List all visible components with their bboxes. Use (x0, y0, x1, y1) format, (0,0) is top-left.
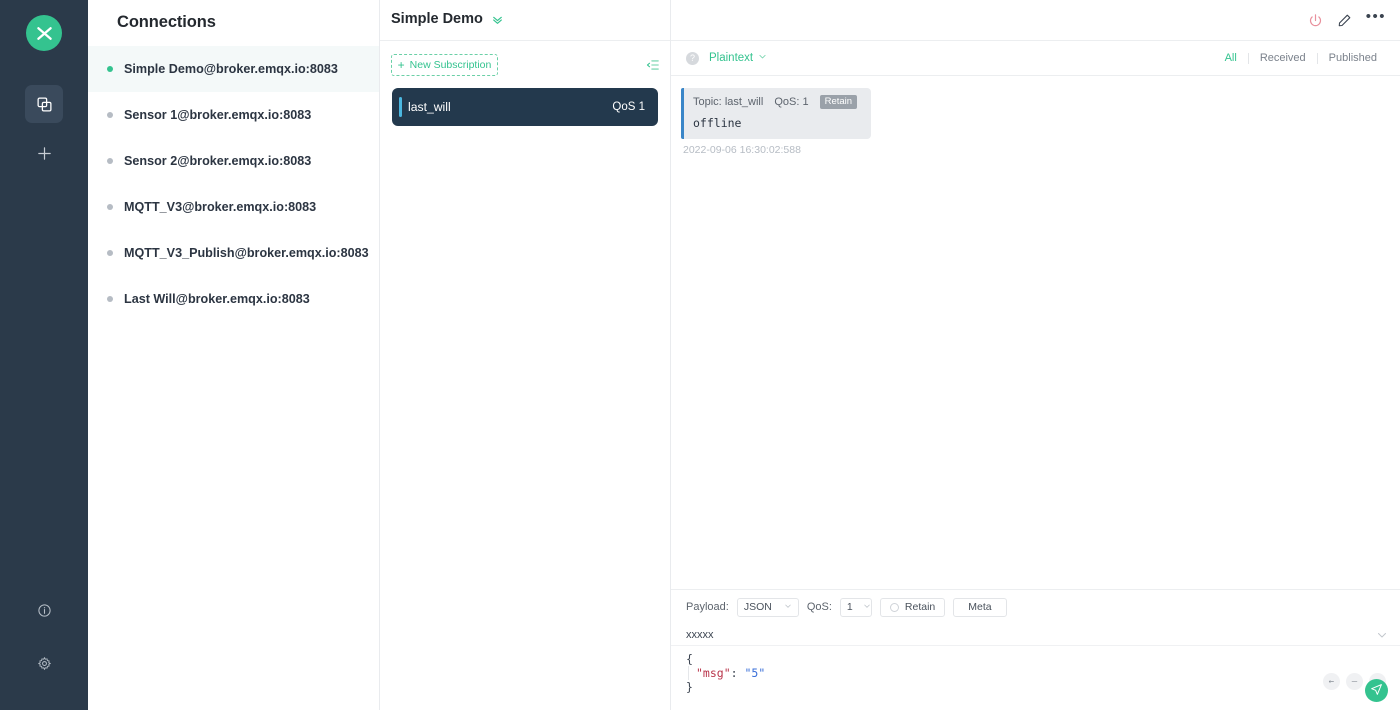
publish-panel: Payload: JSON QoS: 1 Retain Meta xxxxx {… (671, 589, 1400, 710)
send-icon (1370, 683, 1383, 699)
sidebar-item-about[interactable] (25, 591, 63, 629)
sidebar-item-settings[interactable] (25, 644, 63, 682)
new-subscription-button[interactable]: + New Subscription (391, 53, 498, 76)
message-filter-tabs: All Received Published (1214, 52, 1388, 64)
connection-name: Simple Demo@broker.emqx.io:8083 (124, 62, 338, 76)
connection-name: Sensor 1@broker.emqx.io:8083 (124, 108, 312, 122)
emqx-logo (26, 15, 62, 51)
connection-name: MQTT_V3_Publish@broker.emqx.io:8083 (124, 246, 369, 260)
editor-line: } (686, 680, 693, 694)
payload-format-dropdown[interactable]: JSON (736, 597, 799, 617)
payload-format-value: JSON (743, 601, 772, 613)
connection-list: Simple Demo@broker.emqx.io:8083 Sensor 1… (88, 46, 379, 322)
prev-icon[interactable]: ← (1323, 673, 1340, 690)
send-button[interactable] (1365, 679, 1388, 702)
status-dot (107, 158, 113, 164)
connection-list-item[interactable]: MQTT_V3_Publish@broker.emqx.io:8083 (88, 230, 379, 276)
retain-badge: Retain (819, 95, 858, 109)
chevron-down-icon (758, 52, 767, 64)
page-title: Connections (117, 13, 216, 31)
message-item: Topic: last_will QoS: 1 Retain offline 2… (681, 88, 1400, 156)
publish-toolbar: Payload: JSON QoS: 1 Retain Meta (671, 590, 1400, 624)
left-rail (0, 0, 88, 710)
editor-line: "msg": "5" (686, 666, 1400, 680)
header-actions: ••• (1308, 9, 1386, 28)
rail-bottom-group (0, 591, 88, 682)
plus-icon: + (397, 57, 405, 72)
tab-received[interactable]: Received (1249, 52, 1317, 64)
status-dot (107, 204, 113, 210)
subscriptions-toolbar: + New Subscription (380, 41, 670, 88)
main-header: ••• (671, 0, 1400, 41)
tab-published[interactable]: Published (1318, 52, 1388, 64)
disconnect-icon[interactable] (1308, 13, 1323, 28)
more-icon[interactable]: ••• (1366, 9, 1386, 28)
mqtt-client-window: Connections Simple Demo@broker.emqx.io:8… (0, 0, 1400, 710)
payload-format-value: Plaintext (709, 52, 754, 64)
connection-name: Sensor 2@broker.emqx.io:8083 (124, 154, 312, 168)
tab-all[interactable]: All (1214, 52, 1248, 64)
publish-topic-row: xxxxx (671, 624, 1400, 646)
sidebar-item-connections[interactable] (25, 85, 63, 123)
subscription-topic: last_will (408, 100, 451, 114)
message-qos: QoS: 1 (774, 96, 809, 108)
connection-name: Last Will@broker.emqx.io:8083 (124, 292, 310, 306)
publish-payload-editor[interactable]: { "msg": "5" } ← – → (671, 646, 1400, 710)
chevron-down-icon[interactable] (1376, 629, 1388, 641)
status-dot (107, 250, 113, 256)
message-bubble[interactable]: Topic: last_will QoS: 1 Retain offline (681, 88, 872, 139)
messages-panel: ••• ? Plaintext All Received Published T… (671, 0, 1400, 710)
status-dot (107, 66, 113, 72)
chevron-down-icon (863, 602, 871, 612)
connection-title: Simple Demo (380, 0, 670, 27)
meta-button[interactable]: Meta (953, 597, 1007, 617)
qos-label: QoS: (806, 601, 832, 613)
subscription-qos: QoS 1 (612, 101, 645, 113)
settings-icon (37, 656, 52, 671)
connections-panel: Connections Simple Demo@broker.emqx.io:8… (88, 0, 380, 710)
message-payload: offline (693, 116, 742, 130)
info-icon (37, 603, 52, 618)
messages-toolbar: ? Plaintext All Received Published (671, 41, 1400, 76)
collapse-list-icon[interactable] (646, 58, 660, 72)
message-meta: Topic: last_will QoS: 1 Retain (693, 95, 858, 109)
chevron-down-icon (784, 602, 792, 612)
qos-dropdown[interactable]: 1 (839, 597, 872, 617)
retain-checkbox[interactable]: Retain (879, 597, 946, 617)
subscriptions-header-spacer: Simple Demo (380, 0, 670, 41)
connection-title-text: Simple Demo (391, 11, 483, 27)
help-icon[interactable]: ? (686, 51, 699, 65)
subscription-item[interactable]: last_will QoS 1 (392, 88, 658, 126)
message-timestamp: 2022-09-06 16:30:02:588 (683, 144, 801, 156)
qos-value: 1 (846, 601, 853, 613)
disabled-icon[interactable]: – (1346, 673, 1363, 690)
payload-format-select[interactable]: Plaintext (709, 52, 767, 64)
message-topic: Topic: last_will (693, 96, 764, 108)
editor-line: { (686, 652, 693, 666)
connection-list-item[interactable]: Sensor 1@broker.emqx.io:8083 (88, 92, 379, 138)
radio-icon (889, 602, 899, 612)
payload-label: Payload: (686, 601, 729, 613)
connection-list-item[interactable]: Simple Demo@broker.emqx.io:8083 (88, 46, 379, 92)
connection-name: MQTT_V3@broker.emqx.io:8083 (124, 200, 317, 214)
edit-icon[interactable] (1337, 13, 1352, 28)
connections-icon (36, 96, 53, 113)
retain-label: Retain (904, 601, 936, 613)
sidebar-item-new-connection[interactable] (25, 134, 63, 172)
connection-list-item[interactable]: Last Will@broker.emqx.io:8083 (88, 276, 379, 322)
message-list: Topic: last_will QoS: 1 Retain offline 2… (671, 76, 1400, 589)
connection-list-item[interactable]: MQTT_V3@broker.emqx.io:8083 (88, 184, 379, 230)
connection-list-item[interactable]: Sensor 2@broker.emqx.io:8083 (88, 138, 379, 184)
new-connection-icon (36, 145, 53, 162)
subscriptions-panel: Simple Demo + New Subscription last_will… (380, 0, 671, 710)
status-dot (107, 296, 113, 302)
new-subscription-label: New Subscription (409, 58, 492, 71)
chevrons-down-icon[interactable] (491, 13, 504, 26)
meta-label: Meta (968, 601, 992, 613)
status-dot (107, 112, 113, 118)
publish-topic-input[interactable]: xxxxx (686, 629, 714, 641)
